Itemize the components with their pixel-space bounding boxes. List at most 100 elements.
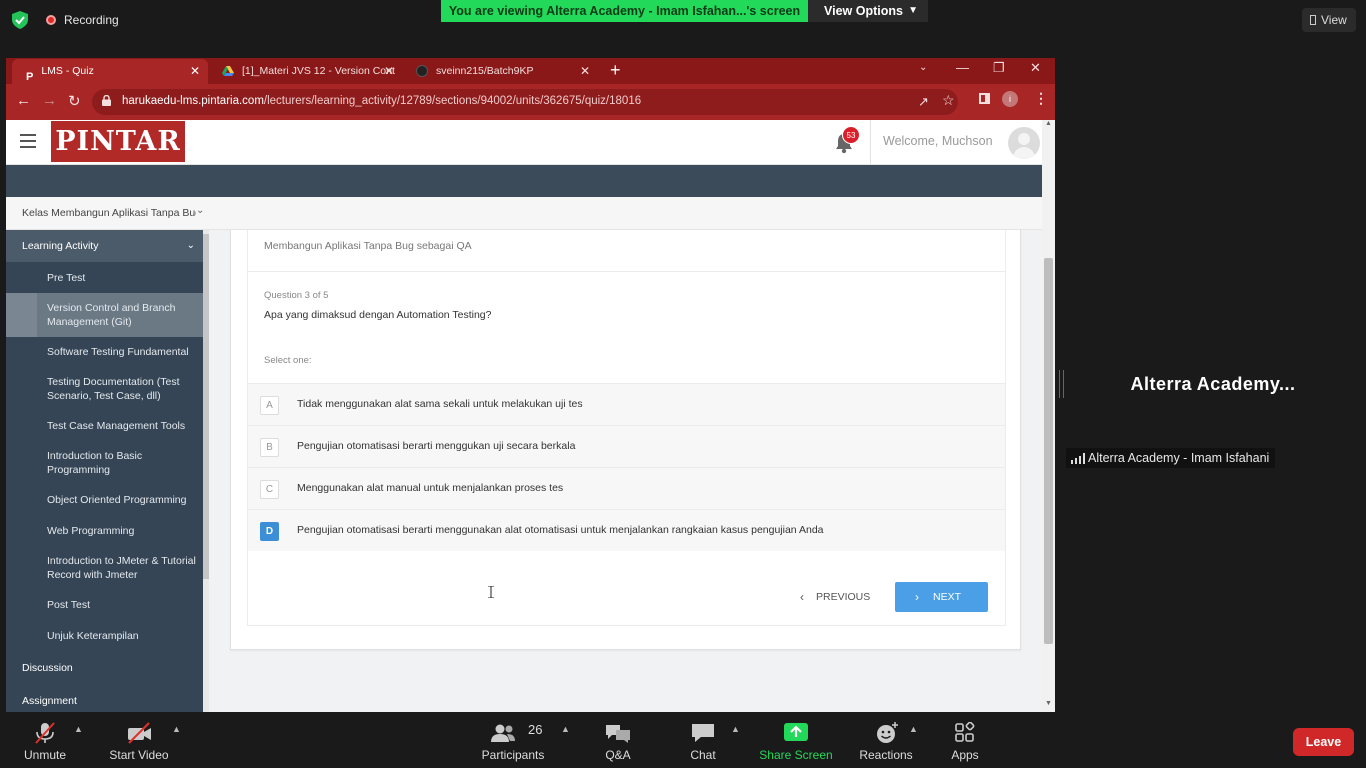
participants-caret-icon[interactable]: ▲ xyxy=(561,724,570,734)
sidebar-item-label: Introduction to Basic Programming xyxy=(47,450,143,476)
sidebar-item-software-testing-fundamental[interactable]: Software Testing Fundamental xyxy=(6,337,203,367)
unmute-button[interactable]: Unmute xyxy=(14,712,76,768)
url-text: harukaedu-lms.pintaria.com/lecturers/lea… xyxy=(122,95,641,107)
new-tab-icon[interactable]: + xyxy=(610,60,621,81)
participants-icon xyxy=(491,724,515,742)
chevron-down-icon: ⌄ xyxy=(196,205,205,216)
participants-label: Participants xyxy=(481,748,545,762)
apps-button[interactable]: Apps xyxy=(942,712,988,768)
restore-icon[interactable]: ❐ xyxy=(993,60,1005,76)
sidebar-section-discussion[interactable]: Discussion xyxy=(6,652,203,684)
sidebar-item-jmeter[interactable]: Introduction to JMeter & Tutorial Record… xyxy=(6,546,203,590)
sidebar-item-oop[interactable]: Object Oriented Programming xyxy=(6,485,203,515)
chat-label: Chat xyxy=(690,748,716,762)
hamburger-menu-icon[interactable] xyxy=(20,134,36,148)
reload-icon[interactable]: ↻ xyxy=(68,92,81,110)
sidebar-section-learning-activity[interactable]: Learning Activity ⌄ xyxy=(6,230,203,262)
close-tab-icon[interactable]: ✕ xyxy=(580,59,590,83)
leave-button[interactable]: Leave xyxy=(1293,728,1354,756)
quiz-title: Membangun Aplikasi Tanpa Bug sebagai QA xyxy=(264,240,472,252)
start-video-button[interactable]: Start Video xyxy=(104,712,174,768)
url-field[interactable]: harukaedu-lms.pintaria.com/lecturers/lea… xyxy=(92,89,958,115)
close-tab-icon[interactable]: ✕ xyxy=(190,59,200,83)
forward-icon[interactable]: → xyxy=(42,92,57,109)
browser-tab-github[interactable]: sveinn215/Batch9KP ✕ xyxy=(402,59,598,84)
apps-icon xyxy=(955,722,975,742)
sidebar-section-assignment[interactable]: Assignment xyxy=(6,685,203,712)
qa-button[interactable]: Q&A xyxy=(594,712,642,768)
signal-strength-icon xyxy=(1071,453,1085,464)
option-text: Pengujian otomatisasi berarti menggunaka… xyxy=(297,524,824,536)
next-button[interactable]: › NEXT xyxy=(895,582,988,612)
next-label: NEXT xyxy=(933,591,962,603)
participants-count: 26 xyxy=(528,722,543,737)
qa-label: Q&A xyxy=(605,748,631,762)
sidebar-item-intro-basic-programming[interactable]: Introduction to Basic Programming xyxy=(6,441,203,485)
previous-button[interactable]: ‹ PREVIOUS xyxy=(794,582,874,612)
menu-kebab-icon[interactable]: ⋮ xyxy=(1034,90,1048,107)
sidebar-item-post-test[interactable]: Post Test xyxy=(6,590,203,620)
shield-icon xyxy=(12,11,28,29)
back-icon[interactable]: ← xyxy=(16,92,31,109)
unmute-label: Unmute xyxy=(23,748,67,762)
pintar-logo[interactable]: PINTAR xyxy=(51,121,185,162)
option-b[interactable]: B Pengujian otomatisasi berarti mengguka… xyxy=(248,425,1005,467)
browser-tab-materi[interactable]: [1]_Materi JVS 12 - Version Cont ✕ xyxy=(208,59,402,84)
star-icon[interactable]: ☆ xyxy=(942,92,955,109)
side-panel-icon[interactable] xyxy=(979,93,990,104)
option-text: Tidak menggunakan alat sama sekali untuk… xyxy=(297,398,583,410)
video-options-caret-icon[interactable]: ▲ xyxy=(172,724,181,734)
audio-options-caret-icon[interactable]: ▲ xyxy=(74,724,83,734)
chat-caret-icon[interactable]: ▲ xyxy=(731,724,740,734)
sidebar-item-label: Introduction to JMeter & Tutorial Record… xyxy=(47,555,196,581)
tab-search-icon[interactable]: ⌄ xyxy=(919,62,927,73)
view-icon xyxy=(1310,15,1316,25)
quiz-card: Membangun Aplikasi Tanpa Bug sebagai QA … xyxy=(230,230,1021,650)
sidebar-item-test-case-management-tools[interactable]: Test Case Management Tools xyxy=(6,411,203,441)
chevron-down-icon: ▼ xyxy=(908,5,918,16)
avatar[interactable] xyxy=(1008,127,1040,159)
profile-icon[interactable]: i xyxy=(1002,91,1018,107)
welcome-text[interactable]: Welcome, Muchson xyxy=(883,134,993,148)
apps-label: Apps xyxy=(951,748,979,762)
site-header: PINTAR 53 Welcome, Muchson xyxy=(6,120,1042,165)
page-scrollbar[interactable]: ▲ ▼ xyxy=(1042,120,1055,712)
course-selector[interactable]: Kelas Membangun Aplikasi Tanpa Bug sebag… xyxy=(6,197,1042,230)
recording-dot-icon xyxy=(46,15,56,25)
view-options-button[interactable]: View Options ▼ xyxy=(808,0,928,22)
sidebar-item-label: Pre Test xyxy=(47,272,86,284)
question-text: Apa yang dimaksud dengan Automation Test… xyxy=(264,309,492,321)
reactions-caret-icon[interactable]: ▲ xyxy=(909,724,918,734)
sidebar-item-version-control[interactable]: Version Control and Branch Management (G… xyxy=(6,293,203,337)
close-window-icon[interactable]: ✕ xyxy=(1030,60,1041,76)
share-screen-button[interactable]: Share Screen xyxy=(758,712,834,768)
sidebar-item-testing-documentation[interactable]: Testing Documentation (Test Scenario, Te… xyxy=(6,367,203,411)
github-icon xyxy=(416,65,428,78)
sidebar-item-label: Unjuk Keterampilan xyxy=(47,630,139,642)
option-letter: D xyxy=(260,522,279,541)
sidebar-item-label: Test Case Management Tools xyxy=(47,420,186,432)
microphone-muted-icon xyxy=(35,722,55,744)
option-letter: C xyxy=(260,480,279,499)
view-button[interactable]: View xyxy=(1302,8,1356,32)
participants-button[interactable]: 26 Participants xyxy=(478,712,548,768)
sidebar-item-label: Object Oriented Programming xyxy=(47,494,187,506)
option-a[interactable]: A Tidak menggunakan alat sama sekali unt… xyxy=(248,383,1005,425)
option-c[interactable]: C Menggunakan alat manual untuk menjalan… xyxy=(248,467,1005,509)
lms-page: PINTAR 53 Welcome, Muchson Kelas Membang… xyxy=(6,120,1055,712)
minimize-icon[interactable]: — xyxy=(956,60,969,75)
share-icon[interactable]: ↗ xyxy=(918,94,929,110)
reactions-button[interactable]: Reactions xyxy=(856,712,916,768)
close-tab-icon[interactable]: ✕ xyxy=(384,59,394,83)
sidebar-item-unjuk-keterampilan[interactable]: Unjuk Keterampilan xyxy=(6,620,203,651)
sidebar-item-pre-test[interactable]: Pre Test xyxy=(6,262,203,293)
sidebar: Learning Activity ⌄ Pre Test Version Con… xyxy=(6,230,203,712)
option-text: Pengujian otomatisasi berarti menggukan … xyxy=(297,440,576,452)
sidebar-scrollbar[interactable] xyxy=(203,230,209,712)
chevron-left-icon: ‹ xyxy=(800,590,804,604)
chat-button[interactable]: Chat xyxy=(680,712,726,768)
previous-label: PREVIOUS xyxy=(816,591,871,603)
browser-tab-lms-quiz[interactable]: P LMS - Quiz ✕ xyxy=(12,59,208,84)
option-d[interactable]: D Pengujian otomatisasi berarti mengguna… xyxy=(248,509,1005,551)
sidebar-item-web-programming[interactable]: Web Programming xyxy=(6,515,203,546)
